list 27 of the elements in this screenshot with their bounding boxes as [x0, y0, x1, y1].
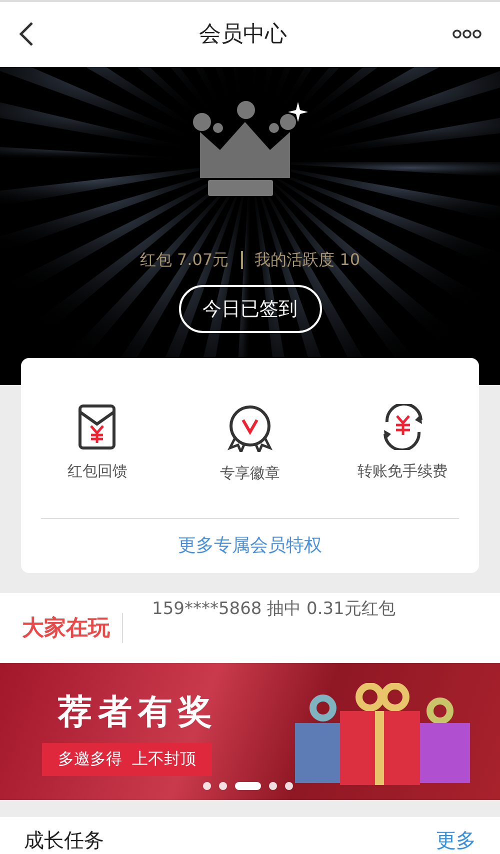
checkin-button[interactable]: 今日已签到	[178, 284, 322, 333]
crown-icon	[190, 100, 310, 196]
perk-item[interactable]: 专享徽章	[174, 403, 326, 484]
promo-banner[interactable]: 荐者有奖 多邀多得 上不封顶	[0, 662, 500, 800]
section-title: 成长任务	[24, 826, 104, 854]
perk-label: 转账免手续费	[358, 462, 448, 482]
bonus-balance: 红包 7.07元	[140, 250, 229, 271]
banner-ribbon: 多邀多得 上不封顶	[42, 742, 212, 776]
carousel-dot[interactable]	[219, 782, 227, 790]
perk-label: 专享徽章	[220, 464, 280, 484]
banner-headline: 荐者有奖	[56, 690, 218, 734]
ticker-message: 159****5868 抽中 0.31元红包	[152, 598, 396, 620]
medal-icon	[226, 404, 273, 452]
carousel-dot[interactable]	[285, 782, 293, 790]
carousel-dot[interactable]	[203, 782, 211, 790]
perk-item[interactable]: 转账免手续费	[326, 403, 479, 484]
ticker-title: 大家在玩	[22, 612, 123, 643]
back-icon	[18, 21, 34, 48]
perk-item[interactable]: 红包回馈	[21, 403, 174, 484]
activity-score: 我的活跃度 10	[254, 250, 360, 271]
page-title: 会员中心	[199, 21, 287, 50]
back-button[interactable]	[18, 21, 34, 48]
envelope-icon	[78, 404, 116, 450]
more-icon	[452, 28, 482, 40]
carousel-dot[interactable]	[269, 782, 277, 790]
perk-label: 红包回馈	[67, 462, 128, 482]
more-button[interactable]	[452, 28, 482, 40]
